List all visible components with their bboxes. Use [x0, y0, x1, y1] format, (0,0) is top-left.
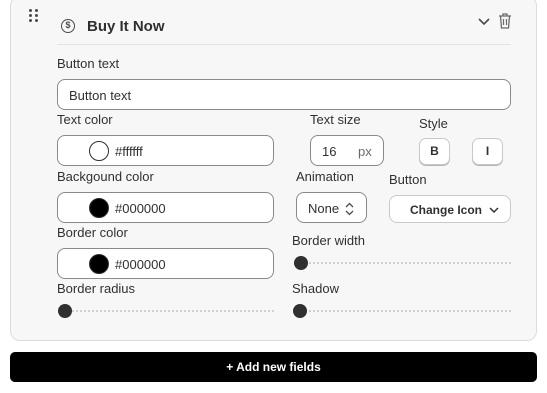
text-color-field[interactable]: #ffffff [57, 135, 274, 166]
add-new-fields-button[interactable]: + Add new fields [10, 352, 537, 382]
change-icon-button[interactable]: Change Icon [389, 195, 511, 223]
chevron-down-icon [489, 207, 499, 214]
border-color-hex: #000000 [115, 257, 166, 272]
bold-button[interactable]: B [419, 138, 450, 165]
bg-color-hex: #000000 [115, 201, 166, 216]
border-width-thumb[interactable] [294, 256, 308, 270]
button-label: Button [389, 172, 427, 187]
border-color-swatch[interactable] [89, 254, 109, 274]
animation-select[interactable]: None [296, 192, 367, 223]
shadow-track[interactable] [294, 310, 511, 312]
trash-icon[interactable] [498, 13, 512, 29]
block-title: Buy It Now [87, 18, 165, 35]
change-icon-label: Change Icon [410, 203, 483, 217]
text-color-hex: #ffffff [115, 144, 143, 159]
border-color-label: Border color [57, 225, 128, 240]
field-card: $ Buy It Now Button text Button text Tex… [10, 0, 537, 341]
button-text-label: Button text [57, 56, 120, 71]
chevron-down-icon[interactable] [477, 15, 491, 29]
button-text-input[interactable]: Button text [57, 79, 511, 110]
animation-value: None [308, 201, 340, 216]
bg-color-swatch[interactable] [89, 198, 109, 218]
border-width-label: Border width [292, 233, 365, 248]
bg-color-field[interactable]: #000000 [57, 192, 274, 223]
text-color-swatch[interactable] [89, 141, 109, 161]
dollar-circle-icon: $ [61, 19, 75, 33]
italic-button[interactable]: I [472, 138, 503, 165]
style-label: Style [419, 116, 448, 131]
text-size-label: Text size [310, 112, 361, 127]
border-radius-label: Border radius [57, 281, 136, 296]
divider [57, 44, 511, 45]
text-color-label: Text color [57, 112, 113, 127]
button-text-value: Button text [69, 88, 132, 103]
animation-label: Animation [296, 169, 354, 184]
text-size-unit: px [358, 144, 372, 159]
bg-color-label: Backgound color [57, 169, 154, 184]
border-width-track[interactable] [294, 262, 511, 264]
shadow-thumb[interactable] [293, 304, 307, 318]
text-size-value: 16 [322, 144, 337, 159]
border-radius-track[interactable] [59, 310, 274, 312]
border-color-field[interactable]: #000000 [57, 248, 274, 279]
select-arrows-icon [345, 202, 354, 216]
border-radius-thumb[interactable] [58, 304, 72, 318]
shadow-label: Shadow [292, 281, 339, 296]
drag-handle-icon[interactable] [29, 9, 41, 23]
text-size-input[interactable]: 16 px [310, 135, 384, 166]
